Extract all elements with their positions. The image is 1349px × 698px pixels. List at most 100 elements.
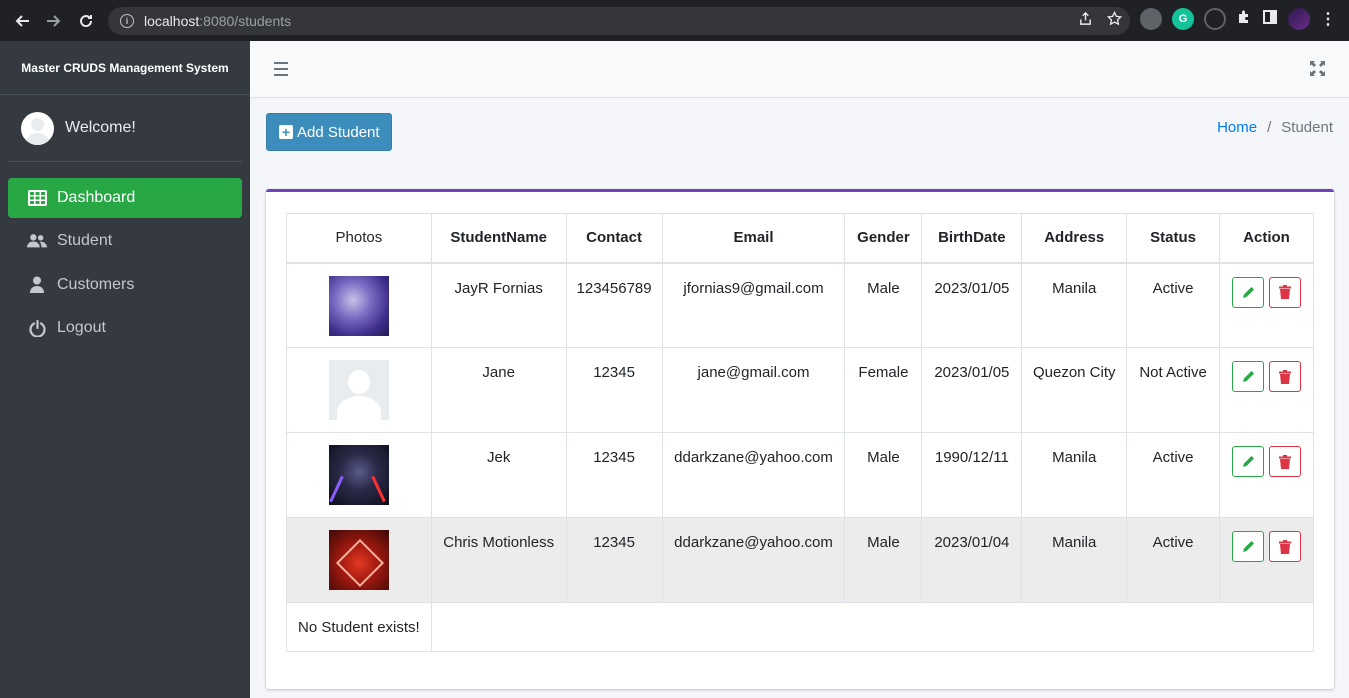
sidebar-item-label: Logout bbox=[57, 319, 106, 337]
student-photo-placeholder bbox=[328, 360, 389, 420]
trash-icon bbox=[1279, 539, 1291, 554]
action-cell bbox=[1219, 347, 1314, 433]
fullscreen-icon[interactable] bbox=[1310, 61, 1325, 76]
address-bar[interactable]: i localhost:8080/students bbox=[108, 7, 1130, 35]
top-navbar bbox=[250, 41, 1349, 98]
breadcrumb-separator: / bbox=[1267, 119, 1272, 136]
brand-title[interactable]: Master CRUDS Management System bbox=[0, 41, 250, 95]
sidebar-item-logout[interactable]: Logout bbox=[8, 309, 242, 349]
delete-button[interactable] bbox=[1269, 531, 1301, 562]
column-header-email: Email bbox=[661, 213, 846, 264]
cell-name: Chris Motionless bbox=[430, 517, 567, 603]
column-header-action: Action bbox=[1219, 213, 1314, 264]
action-cell bbox=[1219, 262, 1314, 348]
edit-button[interactable] bbox=[1232, 446, 1264, 477]
photo-cell bbox=[286, 347, 432, 433]
student-photo bbox=[328, 445, 389, 505]
student-photo bbox=[328, 275, 389, 336]
action-cell bbox=[1219, 432, 1314, 518]
delete-button[interactable] bbox=[1269, 361, 1301, 392]
sidebar-menu: Dashboard Student Customers Logout bbox=[0, 178, 250, 348]
extension-icon[interactable] bbox=[1140, 8, 1162, 30]
cell-address: Quezon City bbox=[1021, 347, 1128, 433]
students-table: Photos StudentName Contact Email Gender … bbox=[286, 213, 1315, 652]
grammarly-icon[interactable]: G bbox=[1172, 8, 1194, 30]
cell-gender: Male bbox=[844, 432, 923, 518]
photo-cell bbox=[286, 262, 432, 348]
sidebar-item-dashboard[interactable]: Dashboard bbox=[8, 178, 242, 218]
back-icon[interactable] bbox=[6, 5, 38, 37]
cell-birthdate: 2023/01/04 bbox=[921, 517, 1023, 603]
user-icon bbox=[27, 276, 47, 294]
hamburger-menu-icon[interactable] bbox=[274, 62, 288, 80]
sidebar: Master CRUDS Management System Welcome! … bbox=[0, 41, 250, 698]
trash-icon bbox=[1279, 369, 1291, 384]
sync-extension-icon[interactable] bbox=[1204, 8, 1226, 30]
cell-email: ddarkzane@yahoo.com bbox=[661, 432, 846, 518]
pencil-icon bbox=[1242, 541, 1254, 552]
cell-gender: Male bbox=[844, 262, 923, 348]
browser-toolbar: i localhost:8080/students G ⋮ bbox=[0, 0, 1349, 41]
pencil-icon bbox=[1242, 456, 1254, 467]
sidebar-item-student[interactable]: Student bbox=[8, 222, 242, 262]
cell-address: Manila bbox=[1021, 262, 1128, 348]
cell-status: Active bbox=[1126, 432, 1221, 518]
column-header-contact: Contact bbox=[565, 213, 663, 264]
column-header-address: Address bbox=[1021, 213, 1128, 264]
edit-button[interactable] bbox=[1232, 361, 1264, 392]
edit-button[interactable] bbox=[1232, 276, 1264, 308]
cell-birthdate: 2023/01/05 bbox=[921, 262, 1023, 348]
site-info-icon[interactable]: i bbox=[120, 14, 134, 28]
trash-icon bbox=[1279, 454, 1291, 469]
cell-contact: 12345 bbox=[565, 347, 663, 433]
puzzle-icon[interactable] bbox=[1236, 9, 1252, 30]
add-student-button[interactable]: + Add Student bbox=[266, 113, 392, 151]
cell-contact: 123456789 bbox=[565, 262, 663, 348]
table-row: Jane 12345 jane@gmail.com Female 2023/01… bbox=[286, 347, 1314, 433]
bookmark-star-icon[interactable] bbox=[1106, 10, 1123, 30]
column-header-studentname: StudentName bbox=[430, 213, 567, 264]
table-row-empty: No Student exists! bbox=[286, 602, 1315, 652]
column-header-photos: Photos bbox=[286, 213, 432, 264]
sidebar-item-label: Customers bbox=[57, 275, 135, 293]
column-header-birthdate: BirthDate bbox=[921, 213, 1023, 264]
photo-cell bbox=[286, 517, 432, 603]
avatar bbox=[21, 111, 54, 145]
forward-icon[interactable] bbox=[38, 5, 70, 37]
cell-address: Manila bbox=[1021, 517, 1128, 603]
cell-name: Jek bbox=[430, 432, 567, 518]
breadcrumb-home-link[interactable]: Home bbox=[1217, 119, 1257, 136]
sidebar-item-customers[interactable]: Customers bbox=[8, 265, 242, 305]
empty-message: No Student exists! bbox=[286, 602, 432, 652]
student-photo bbox=[328, 530, 389, 590]
cell-contact: 12345 bbox=[565, 432, 663, 518]
table-row: Chris Motionless 12345 ddarkzane@yahoo.c… bbox=[286, 517, 1314, 603]
cell-address: Manila bbox=[1021, 432, 1128, 518]
action-cell bbox=[1219, 517, 1314, 603]
column-header-gender: Gender bbox=[844, 213, 923, 264]
reload-icon[interactable] bbox=[70, 5, 102, 37]
profile-avatar[interactable] bbox=[1288, 8, 1310, 30]
pencil-icon bbox=[1242, 371, 1254, 382]
students-card: Photos StudentName Contact Email Gender … bbox=[266, 189, 1334, 689]
url-host: localhost bbox=[144, 13, 200, 29]
column-header-status: Status bbox=[1126, 213, 1221, 264]
edit-button[interactable] bbox=[1232, 531, 1264, 562]
add-student-label: Add Student bbox=[297, 123, 380, 141]
delete-button[interactable] bbox=[1269, 276, 1301, 308]
empty-filler bbox=[430, 602, 1315, 652]
table-grid-icon bbox=[27, 189, 47, 206]
cell-birthdate: 1990/12/11 bbox=[921, 432, 1023, 518]
delete-button[interactable] bbox=[1269, 446, 1301, 477]
menu-kebab-icon[interactable]: ⋮ bbox=[1320, 9, 1336, 29]
table-header-row: Photos StudentName Contact Email Gender … bbox=[286, 213, 1314, 264]
cell-birthdate: 2023/01/05 bbox=[921, 347, 1023, 433]
cell-status: Active bbox=[1126, 262, 1221, 348]
cell-status: Active bbox=[1126, 517, 1221, 603]
plus-square-icon: + bbox=[279, 125, 293, 139]
cell-email: jane@gmail.com bbox=[661, 347, 846, 433]
side-panel-icon[interactable] bbox=[1262, 9, 1278, 30]
table-row: Jek 12345 ddarkzane@yahoo.com Male 1990/… bbox=[286, 432, 1314, 518]
share-icon[interactable] bbox=[1078, 11, 1093, 30]
table-row: JayR Fornias 123456789 jfornias9@gmail.c… bbox=[286, 262, 1314, 348]
